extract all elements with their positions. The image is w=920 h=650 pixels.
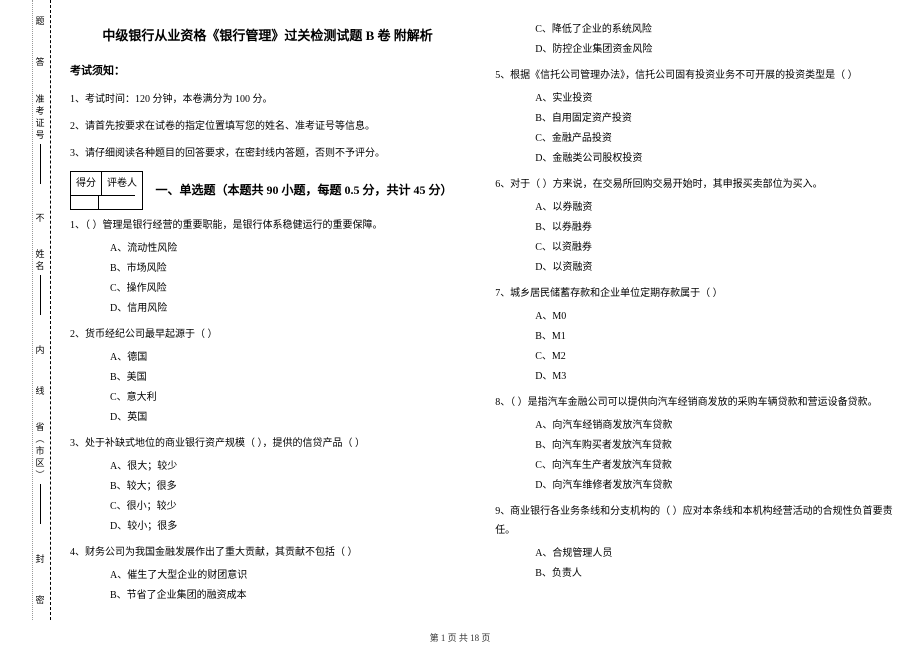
option: A、M0 (535, 307, 900, 327)
option: B、向汽车购买者发放汽车贷款 (535, 436, 900, 456)
page-footer: 第 1 页 共 18 页 (0, 631, 920, 644)
option: C、很小；较少 (110, 497, 465, 517)
option: D、较小；很多 (110, 517, 465, 537)
score-table: 得分 评卷人 (70, 171, 143, 210)
question-stem: 2、货币经纪公司最早起源于（ ） (70, 325, 465, 344)
option: B、以券融券 (535, 218, 900, 238)
seal-char: 封 (35, 552, 44, 565)
option: C、降低了企业的系统风险 (535, 20, 900, 40)
option: D、英国 (110, 408, 465, 428)
exam-title: 中级银行从业资格《银行管理》过关检测试题 B 卷 附解析 (70, 24, 465, 49)
score-cell (71, 195, 99, 209)
option: C、金融产品投资 (535, 129, 900, 149)
question-stem: 6、对于（ ）方来说，在交易所回购交易开始时，其申报买卖部位为买入。 (495, 175, 900, 194)
field-underline (40, 144, 41, 184)
option: C、操作风险 (110, 279, 465, 299)
question-stem: 7、城乡居民储蓄存款和企业单位定期存款属于（ ） (495, 284, 900, 303)
field-underline (40, 484, 41, 524)
option: A、向汽车经销商发放汽车贷款 (535, 416, 900, 436)
question-stem: 1、（ ）管理是银行经营的重要职能，是银行体系稳健运行的重要保障。 (70, 216, 465, 235)
seal-char: 内 (35, 343, 44, 356)
option: A、实业投资 (535, 89, 900, 109)
option: A、德国 (110, 348, 465, 368)
option: B、自用固定资产投资 (535, 109, 900, 129)
notice-item: 1、考试时间：120 分钟，本卷满分为 100 分。 (70, 90, 465, 109)
ticket-label: 准考证号 (34, 94, 47, 142)
option: B、较大；很多 (110, 477, 465, 497)
option: D、信用风险 (110, 299, 465, 319)
column-right: C、降低了企业的系统风险 D、防控企业集团资金风险 5、根据《信托公司管理办法》… (495, 10, 900, 620)
notice-item: 2、请首先按要求在试卷的指定位置填写您的姓名、准考证号等信息。 (70, 117, 465, 136)
question-stem: 8、（ ）是指汽车金融公司可以提供向汽车经销商发放的采购车辆贷款和营运设备贷款。 (495, 393, 900, 412)
seal-char: 题 (35, 14, 44, 27)
name-field: 姓名 (34, 249, 47, 317)
question-stem: 3、处于补缺式地位的商业银行资产规模（ ），提供的信贷产品（ ） (70, 434, 465, 453)
question-stem: 9、商业银行各业务条线和分支机构的（ ）应对本条线和本机构经营活动的合规性负首要… (495, 502, 900, 540)
option: B、美国 (110, 368, 465, 388)
option: A、流动性风险 (110, 239, 465, 259)
option: A、很大；较少 (110, 457, 465, 477)
grader-cell (99, 195, 135, 209)
option: D、M3 (535, 367, 900, 387)
option: B、市场风险 (110, 259, 465, 279)
binding-margin: 题 答 准考证号 不 姓名 内 线 省（市区） 封 密 (20, 0, 60, 620)
province-label: 省（市区） (34, 422, 47, 482)
option: D、防控企业集团资金风险 (535, 40, 900, 60)
name-label: 姓名 (34, 249, 47, 273)
notice-heading: 考试须知： (70, 61, 465, 82)
score-header: 得分 (71, 172, 102, 195)
option: A、以券融资 (535, 198, 900, 218)
seal-char: 不 (35, 211, 44, 224)
question-stem: 5、根据《信托公司管理办法》，信托公司固有投资业务不可开展的投资类型是（ ） (495, 66, 900, 85)
option: D、金融类公司股权投资 (535, 149, 900, 169)
option: C、向汽车生产者发放汽车贷款 (535, 456, 900, 476)
section-one-title: 一、单选题（本题共 90 小题，每题 0.5 分，共计 45 分） (156, 179, 453, 202)
option: B、负责人 (535, 564, 900, 584)
province-field: 省（市区） (34, 422, 47, 526)
option: B、M1 (535, 327, 900, 347)
seal-char: 答 (35, 55, 44, 68)
page-content: 中级银行从业资格《银行管理》过关检测试题 B 卷 附解析 考试须知： 1、考试时… (0, 0, 920, 620)
grader-header: 评卷人 (102, 172, 142, 195)
option: C、以资融券 (535, 238, 900, 258)
seal-char: 线 (35, 384, 44, 397)
column-left: 中级银行从业资格《银行管理》过关检测试题 B 卷 附解析 考试须知： 1、考试时… (60, 10, 465, 620)
option: D、以资融资 (535, 258, 900, 278)
notice-item: 3、请仔细阅读各种题目的回答要求，在密封线内答题，否则不予评分。 (70, 144, 465, 163)
question-stem: 4、财务公司为我国金融发展作出了重大贡献，其贡献不包括（ ） (70, 543, 465, 562)
option: C、意大利 (110, 388, 465, 408)
option: B、节省了企业集团的融资成本 (110, 586, 465, 606)
option: C、M2 (535, 347, 900, 367)
option: A、催生了大型企业的财团意识 (110, 566, 465, 586)
ticket-field: 准考证号 (34, 94, 47, 186)
option: D、向汽车维修者发放汽车贷款 (535, 476, 900, 496)
field-underline (40, 275, 41, 315)
seal-char: 密 (35, 593, 44, 606)
option: A、合规管理人员 (535, 544, 900, 564)
